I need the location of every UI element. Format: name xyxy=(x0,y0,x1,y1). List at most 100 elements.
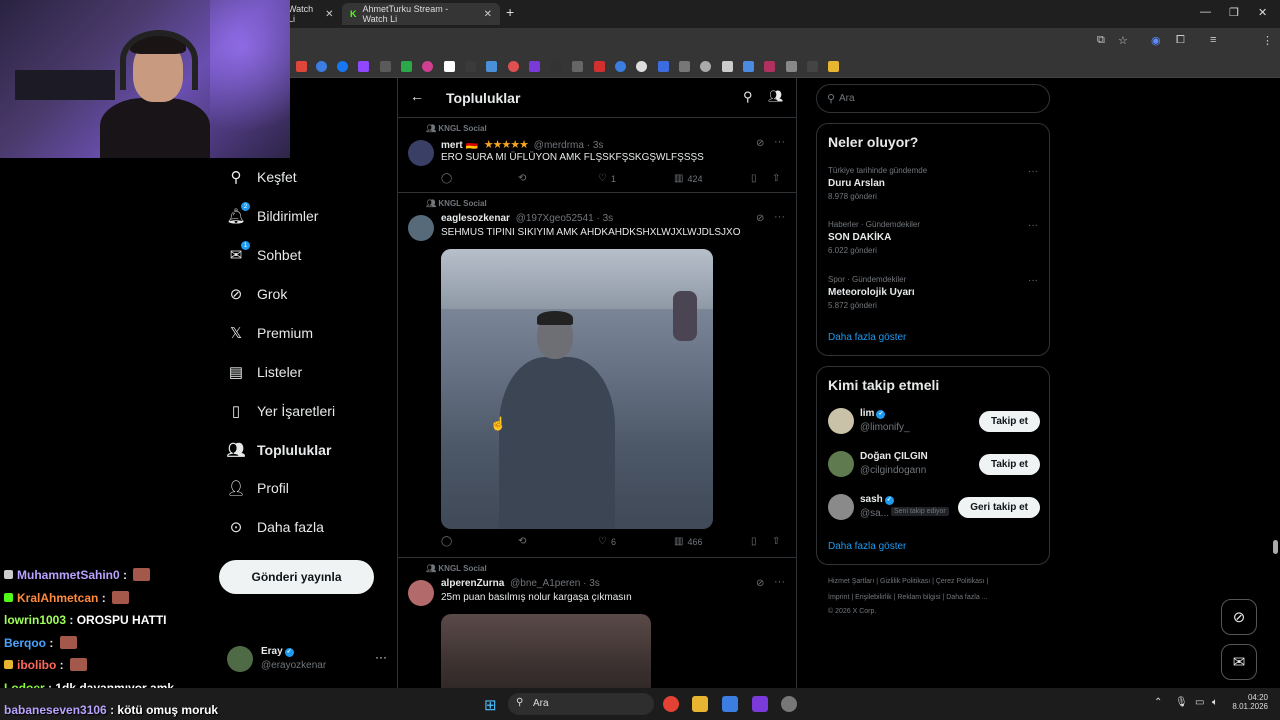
scrollbar[interactable] xyxy=(1273,540,1278,554)
avatar[interactable] xyxy=(828,408,854,434)
post-author[interactable]: mert xyxy=(441,140,463,151)
avatar[interactable] xyxy=(408,215,434,241)
bookmark-icon[interactable] xyxy=(358,61,369,72)
avatar[interactable] xyxy=(408,580,434,606)
trend-item[interactable]: Türkiye tarihinde gündemde Duru Arslan 8… xyxy=(828,166,1038,201)
more-icon[interactable]: ··· xyxy=(774,211,785,223)
nav-communities[interactable]: 👥︎ Topluluklar xyxy=(226,441,331,459)
close-window-button[interactable]: ✕ xyxy=(1258,6,1267,19)
follow-back-button[interactable]: Geri takip et xyxy=(958,497,1040,518)
bookmark-icon[interactable] xyxy=(401,61,412,72)
bookmark-icon[interactable] xyxy=(550,61,561,72)
bookmark-icon[interactable] xyxy=(636,61,647,72)
bookmark-icon[interactable] xyxy=(465,61,476,72)
bookmark-icon[interactable] xyxy=(486,61,497,72)
show-more-link[interactable]: Daha fazla göster xyxy=(828,332,906,343)
nav-lists[interactable]: ▤ Listeler xyxy=(227,363,302,381)
search-input[interactable]: ⚲ Ara xyxy=(816,84,1050,113)
grok-icon[interactable]: ⊘ xyxy=(756,213,764,224)
puzzle-icon[interactable]: ⧠ xyxy=(1176,34,1185,47)
bookmark-icon[interactable] xyxy=(722,61,733,72)
star-icon[interactable]: ☆ xyxy=(1118,34,1128,47)
post-video[interactable] xyxy=(441,249,713,529)
bookmark-button[interactable]: ▯ xyxy=(751,173,761,184)
nav-chat[interactable]: ✉ 1 Sohbet xyxy=(227,241,301,264)
bookmark-icon[interactable] xyxy=(337,61,348,72)
bookmark-icon[interactable] xyxy=(529,61,540,72)
windows-start-icon[interactable]: ⊞ xyxy=(484,696,497,714)
nav-explore[interactable]: ⚲ Keşfet xyxy=(227,168,297,186)
new-tab-button[interactable]: + xyxy=(506,4,514,20)
like-button[interactable]: ♡ 6 xyxy=(598,536,616,547)
bookmark-icon[interactable] xyxy=(658,61,669,72)
bookmark-icon[interactable] xyxy=(700,61,711,72)
clock[interactable]: 04:20 8.01.2026 xyxy=(1230,693,1268,711)
more-icon[interactable]: ··· xyxy=(774,136,785,148)
post[interactable]: 👥︎ KNGL Social alperenZurna @bne_A1peren… xyxy=(398,558,796,688)
folder-icon[interactable] xyxy=(828,61,839,72)
close-tab-icon[interactable]: ✕ xyxy=(325,9,333,20)
post-author[interactable]: eaglesozkenar xyxy=(441,213,510,224)
footer-links[interactable]: Hizmet Şartları | Gizlilik Politikası | … xyxy=(828,578,1048,585)
nav-bookmarks[interactable]: ▯ Yer İşaretleri xyxy=(227,402,335,420)
nav-profile[interactable]: 👤︎ Profil xyxy=(226,479,288,497)
repost-button[interactable]: ⟲ xyxy=(518,173,530,184)
more-icon[interactable]: ··· xyxy=(1028,275,1038,286)
bookmark-icon[interactable] xyxy=(764,61,775,72)
more-icon[interactable]: ··· xyxy=(1028,166,1038,177)
maximize-button[interactable]: ❐ xyxy=(1229,6,1239,19)
bookmark-icon[interactable] xyxy=(508,61,519,72)
follow-suggestion[interactable]: lim ✓ @limonify_ Takip et xyxy=(828,408,1040,438)
avatar[interactable] xyxy=(828,451,854,477)
bookmark-icon[interactable] xyxy=(422,61,433,72)
footer-links[interactable]: İmprint | Erişilebilirlik | Reklam bilgi… xyxy=(828,594,1048,601)
follow-suggestion[interactable]: Doğan ÇILGIN @cilgindogann Takip et xyxy=(828,451,1040,481)
grok-icon[interactable]: ⊘ xyxy=(756,138,764,149)
media-icon[interactable]: ≡ xyxy=(1210,34,1216,46)
bookmark-icon[interactable] xyxy=(380,61,391,72)
add-community-icon[interactable]: 👥︎ xyxy=(768,89,783,103)
follow-button[interactable]: Takip et xyxy=(978,454,1040,475)
messages-floating-button[interactable]: ✉ xyxy=(1221,644,1257,680)
trend-item[interactable]: Haberler · Gündemdekiler SON DAKİKA 6.02… xyxy=(828,220,1038,255)
microphone-icon[interactable]: 🎙︎ xyxy=(1175,697,1188,708)
obs-icon[interactable] xyxy=(781,696,797,712)
views-button[interactable]: ▥ 466 xyxy=(674,536,702,547)
chrome-icon[interactable] xyxy=(663,696,679,712)
reply-button[interactable]: ◯ xyxy=(441,173,456,184)
bookmark-icon[interactable] xyxy=(807,61,818,72)
bookmark-icon[interactable] xyxy=(615,61,626,72)
share-button[interactable]: ⇧ xyxy=(772,173,784,184)
extension-icon[interactable]: ◉ xyxy=(1151,34,1161,47)
more-icon[interactable]: ··· xyxy=(1028,220,1038,231)
bookmark-button[interactable]: ▯ xyxy=(751,536,761,547)
store-icon[interactable] xyxy=(722,696,738,712)
trend-item[interactable]: Spor · Gündemdekiler Meteorolojik Uyarı … xyxy=(828,275,1038,310)
nav-grok[interactable]: ⊘ Grok xyxy=(227,285,288,303)
nav-more[interactable]: ⊙ Daha fazla xyxy=(227,518,324,536)
taskbar-search[interactable]: ⚲ Ara xyxy=(508,693,654,715)
post[interactable]: 👥︎ KNGL Social eaglesozkenar @197Xgeo525… xyxy=(398,193,796,558)
app-icon[interactable] xyxy=(752,696,768,712)
menu-icon[interactable]: ⋮ xyxy=(1262,34,1273,47)
follow-suggestion[interactable]: sash ✓ @sa... Seni takip ediyor Geri taki… xyxy=(828,494,1040,524)
browser-tab-active[interactable]: K AhmetTurku Stream - Watch Li ✕ xyxy=(342,3,500,25)
network-icon[interactable]: ▭ xyxy=(1195,697,1204,708)
bookmark-icon[interactable] xyxy=(296,61,307,72)
bookmark-icon[interactable] xyxy=(316,61,327,72)
volume-icon[interactable]: 🔈︎ xyxy=(1212,697,1218,708)
grok-icon[interactable]: ⊘ xyxy=(756,578,764,589)
minimize-button[interactable]: — xyxy=(1200,6,1211,18)
nav-premium[interactable]: 𝕏 Premium xyxy=(227,324,313,342)
post[interactable]: 👥︎ KNGL Social mert 🇩🇪 ★★★★★ @merdrma · … xyxy=(398,118,796,193)
bookmark-icon[interactable] xyxy=(594,61,605,72)
file-explorer-icon[interactable] xyxy=(692,696,708,712)
install-icon[interactable]: ⧉ xyxy=(1097,34,1105,47)
bookmark-icon[interactable] xyxy=(743,61,754,72)
avatar[interactable] xyxy=(408,140,434,166)
nav-notifications[interactable]: 🔔︎ 2 Bildirimler xyxy=(226,202,318,225)
back-arrow-icon[interactable]: ← xyxy=(410,88,424,104)
search-icon[interactable]: ⚲ xyxy=(743,89,753,105)
like-button[interactable]: ♡ 1 xyxy=(598,173,616,184)
bookmark-icon[interactable] xyxy=(679,61,690,72)
